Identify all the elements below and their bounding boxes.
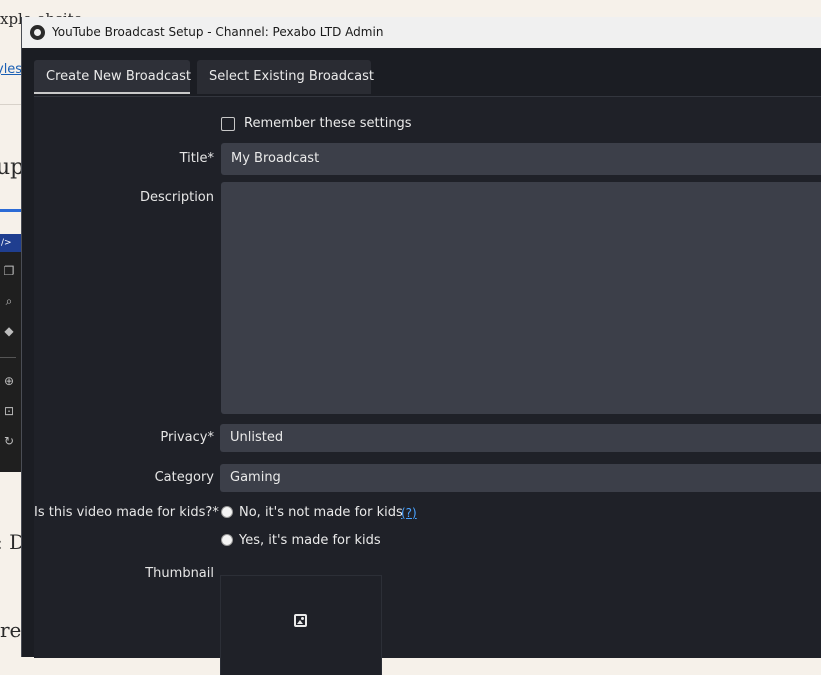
circle-arrow-icon: ⊕ (3, 374, 15, 388)
search-icon: ⌕ (5, 294, 13, 308)
create-broadcast-panel: Remember these settings Title* My Broadc… (34, 96, 821, 675)
bg-link[interactable]: yles (0, 62, 22, 77)
git-icon: ◆ (4, 324, 14, 338)
refresh-icon: ↻ (3, 434, 15, 448)
bg-accent-line (0, 209, 22, 212)
description-textarea[interactable] (221, 182, 821, 414)
image-icon (294, 614, 307, 627)
title-bar[interactable]: YouTube Broadcast Setup - Channel: Pexab… (22, 17, 821, 48)
not-for-kids-label[interactable]: No, it's not made for kids (239, 505, 403, 520)
bg-ide-screenshot: /> Ac ❐ ⌕ ◆ ⊕ ⊡ ↻ (0, 234, 22, 472)
title-input[interactable]: My Broadcast (221, 143, 821, 175)
privacy-label: Privacy* (160, 430, 214, 445)
category-select[interactable]: Gaming (220, 464, 821, 492)
bg-ide-separator (0, 357, 16, 358)
made-for-kids-label: Is this video made for kids?* (34, 505, 219, 520)
files-icon: ❐ (3, 264, 15, 278)
not-for-kids-radio[interactable] (221, 506, 233, 518)
bg-ide-tab: /> Ac (0, 234, 22, 252)
screen-icon: ⊡ (3, 404, 15, 418)
made-for-kids-help-link[interactable]: (?) (401, 506, 417, 520)
remember-settings-checkbox[interactable] (221, 117, 235, 131)
thumbnail-label: Thumbnail (145, 566, 214, 581)
for-kids-label[interactable]: Yes, it's made for kids (239, 533, 381, 548)
tab-create-new-broadcast[interactable]: Create New Broadcast (34, 60, 191, 94)
title-label: Title* (179, 151, 214, 166)
window-title: YouTube Broadcast Setup - Channel: Pexab… (52, 25, 384, 39)
bg-divider (0, 104, 22, 105)
for-kids-radio[interactable] (221, 534, 233, 546)
privacy-select[interactable]: Unlisted (220, 424, 821, 452)
tab-select-existing-broadcast[interactable]: Select Existing Broadcast (197, 60, 374, 94)
obs-icon (30, 25, 45, 40)
category-label: Category (154, 470, 214, 485)
description-label: Description (139, 190, 214, 205)
broadcast-setup-window: YouTube Broadcast Setup - Channel: Pexab… (21, 17, 821, 675)
thumbnail-picker[interactable] (220, 575, 382, 675)
bg-text-bottom: re (0, 618, 22, 642)
remember-settings-label[interactable]: Remember these settings (244, 116, 412, 131)
